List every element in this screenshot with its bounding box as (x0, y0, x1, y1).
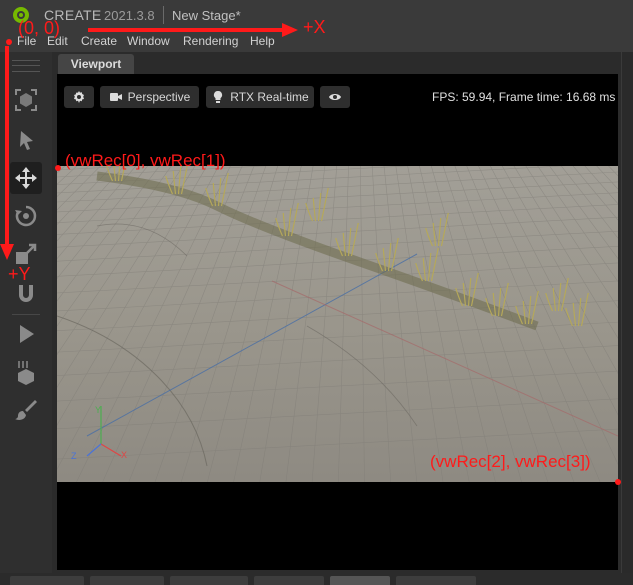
x-axis-arrow (88, 23, 298, 37)
x-axis-label: +X (303, 17, 326, 37)
y-axis-arrow (0, 46, 14, 260)
top-left-corner-marker (55, 165, 61, 171)
bottom-right-label: (vwRec[2], vwRec[3]) (430, 452, 591, 471)
origin-marker (6, 39, 12, 45)
top-left-label: (vwRec[0], vwRec[1]) (65, 151, 226, 170)
annotation-overlay (0, 23, 621, 485)
y-axis-label: +Y (8, 264, 31, 284)
origin-label: (0, 0) (18, 18, 61, 38)
bottom-right-corner-marker (615, 479, 621, 485)
